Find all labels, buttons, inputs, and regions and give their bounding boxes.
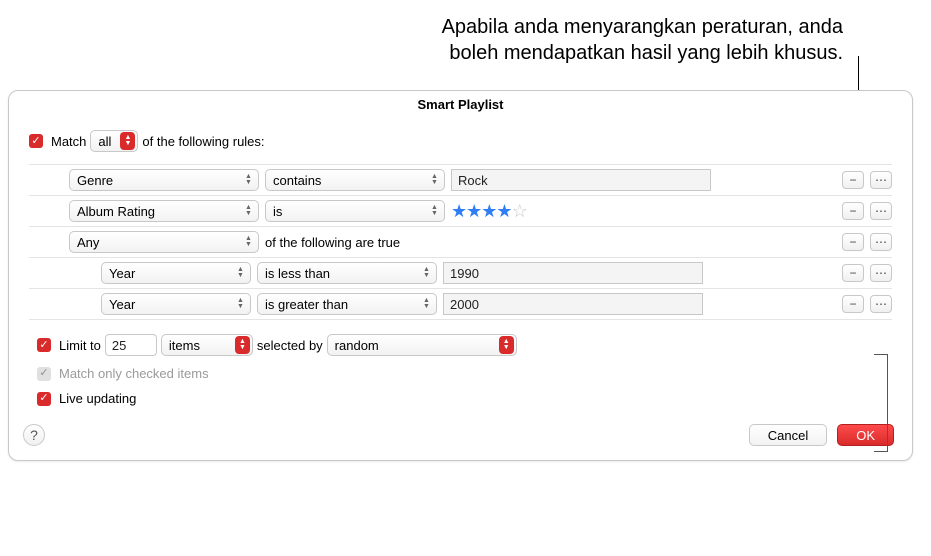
match-checked-row: ✓ Match only checked items bbox=[37, 366, 892, 381]
limit-count-input[interactable]: 25 bbox=[105, 334, 157, 356]
star-filled-icon: ★ bbox=[451, 201, 466, 222]
match-prefix: Match bbox=[51, 134, 86, 149]
ok-button-label: OK bbox=[856, 428, 875, 443]
rule-remove-button[interactable] bbox=[842, 171, 864, 189]
rule-more-button[interactable] bbox=[870, 202, 892, 220]
limit-checkbox[interactable]: ✓ bbox=[37, 338, 51, 352]
rule-star-rating[interactable]: ★ ★ ★ ★ ☆ bbox=[451, 201, 527, 222]
options-section: ✓ Limit to 25 items ▲▼ selected by rando… bbox=[29, 320, 892, 406]
rule-value-text: Rock bbox=[458, 173, 488, 188]
help-icon: ? bbox=[30, 427, 38, 443]
limit-selectedby-popup[interactable]: random ▲▼ bbox=[327, 334, 517, 356]
rule-field-popup[interactable]: Album Rating ▲▼ bbox=[69, 200, 259, 222]
rule-row: Year ▲▼ is greater than ▲▼ 2000 bbox=[29, 289, 892, 320]
rules-list: Genre ▲▼ contains ▲▼ Rock Album Rating bbox=[29, 164, 892, 320]
live-updating-label: Live updating bbox=[59, 391, 136, 406]
help-button[interactable]: ? bbox=[23, 424, 45, 446]
star-filled-icon: ★ bbox=[481, 201, 496, 222]
rule-remove-button[interactable] bbox=[842, 202, 864, 220]
match-suffix: of the following rules: bbox=[142, 134, 264, 149]
live-updating-checkbox[interactable]: ✓ bbox=[37, 392, 51, 406]
dialog-footer: ? Cancel OK bbox=[9, 406, 912, 446]
rule-more-button[interactable] bbox=[870, 264, 892, 282]
rule-field-popup[interactable]: Any ▲▼ bbox=[69, 231, 259, 253]
chevrons-icon: ▲▼ bbox=[120, 132, 135, 150]
rule-value-input[interactable]: Rock bbox=[451, 169, 711, 191]
chevrons-icon: ▲▼ bbox=[233, 295, 248, 313]
limit-label: Limit to bbox=[59, 338, 101, 353]
rule-remove-button[interactable] bbox=[842, 264, 864, 282]
limit-unit-popup[interactable]: items ▲▼ bbox=[161, 334, 253, 356]
rule-op-value: is less than bbox=[265, 266, 330, 281]
rule-value-input[interactable]: 1990 bbox=[443, 262, 703, 284]
star-filled-icon: ★ bbox=[466, 201, 481, 222]
rule-row: Any ▲▼ of the following are true bbox=[29, 227, 892, 258]
cancel-button[interactable]: Cancel bbox=[749, 424, 827, 446]
rule-value-text: 2000 bbox=[450, 297, 479, 312]
star-empty-icon: ☆ bbox=[512, 201, 527, 222]
dialog-title: Smart Playlist bbox=[9, 91, 912, 122]
match-checked-label: Match only checked items bbox=[59, 366, 209, 381]
chevrons-icon: ▲▼ bbox=[235, 336, 250, 354]
cancel-button-label: Cancel bbox=[768, 428, 808, 443]
rule-op-popup[interactable]: is less than ▲▼ bbox=[257, 262, 437, 284]
rule-field-popup[interactable]: Year ▲▼ bbox=[101, 293, 251, 315]
chevrons-icon: ▲▼ bbox=[233, 264, 248, 282]
rule-op-popup[interactable]: is greater than ▲▼ bbox=[257, 293, 437, 315]
rule-field-value: Year bbox=[109, 297, 135, 312]
rule-op-value: contains bbox=[273, 173, 321, 188]
rule-remove-button[interactable] bbox=[842, 233, 864, 251]
live-updating-row: ✓ Live updating bbox=[37, 391, 892, 406]
star-filled-icon: ★ bbox=[496, 201, 511, 222]
rule-row: Album Rating ▲▼ is ▲▼ ★ ★ ★ ★ ☆ bbox=[29, 196, 892, 227]
chevrons-icon: ▲▼ bbox=[499, 336, 514, 354]
chevrons-icon: ▲▼ bbox=[427, 202, 442, 220]
rule-op-popup[interactable]: contains ▲▼ bbox=[265, 169, 445, 191]
rule-field-value: Any bbox=[77, 235, 99, 250]
limit-selectedby-label: selected by bbox=[257, 338, 323, 353]
match-checkbox[interactable]: ✓ bbox=[29, 134, 43, 148]
limit-unit-value: items bbox=[169, 338, 200, 353]
rule-field-popup[interactable]: Year ▲▼ bbox=[101, 262, 251, 284]
rule-op-value: is bbox=[273, 204, 282, 219]
chevrons-icon: ▲▼ bbox=[241, 202, 256, 220]
rule-value-text: 1990 bbox=[450, 266, 479, 281]
annotation-text: Apabila anda menyarangkan peraturan, and… bbox=[8, 8, 923, 78]
match-row: ✓ Match all ▲▼ of the following rules: bbox=[29, 130, 892, 152]
rule-field-value: Genre bbox=[77, 173, 113, 188]
rule-remove-button[interactable] bbox=[842, 295, 864, 313]
rule-row: Year ▲▼ is less than ▲▼ 1990 bbox=[29, 258, 892, 289]
rule-value-input[interactable]: 2000 bbox=[443, 293, 703, 315]
rule-field-value: Album Rating bbox=[77, 204, 155, 219]
chevrons-icon: ▲▼ bbox=[419, 295, 434, 313]
annotation-line2: boleh mendapatkan hasil yang lebih khusu… bbox=[449, 42, 843, 64]
annotation-line1: Apabila anda menyarangkan peraturan, and… bbox=[442, 16, 843, 38]
limit-row: ✓ Limit to 25 items ▲▼ selected by rando… bbox=[37, 334, 892, 356]
rule-more-button[interactable] bbox=[870, 171, 892, 189]
rule-more-button[interactable] bbox=[870, 233, 892, 251]
smart-playlist-dialog: Smart Playlist ✓ Match all ▲▼ of the fol… bbox=[8, 90, 913, 461]
rule-op-value: is greater than bbox=[265, 297, 348, 312]
chevrons-icon: ▲▼ bbox=[241, 171, 256, 189]
rule-op-popup[interactable]: is ▲▼ bbox=[265, 200, 445, 222]
limit-selectedby-value: random bbox=[335, 338, 379, 353]
rule-row: Genre ▲▼ contains ▲▼ Rock bbox=[29, 165, 892, 196]
chevrons-icon: ▲▼ bbox=[427, 171, 442, 189]
rule-field-popup[interactable]: Genre ▲▼ bbox=[69, 169, 259, 191]
chevrons-icon: ▲▼ bbox=[241, 233, 256, 251]
nested-rules-bracket bbox=[874, 354, 888, 452]
rule-more-button[interactable] bbox=[870, 295, 892, 313]
rule-group-suffix: of the following are true bbox=[265, 235, 400, 250]
match-mode-value: all bbox=[98, 134, 111, 149]
rule-field-value: Year bbox=[109, 266, 135, 281]
match-mode-popup[interactable]: all ▲▼ bbox=[90, 130, 138, 152]
match-checked-checkbox: ✓ bbox=[37, 367, 51, 381]
limit-count-value: 25 bbox=[112, 338, 126, 353]
chevrons-icon: ▲▼ bbox=[419, 264, 434, 282]
